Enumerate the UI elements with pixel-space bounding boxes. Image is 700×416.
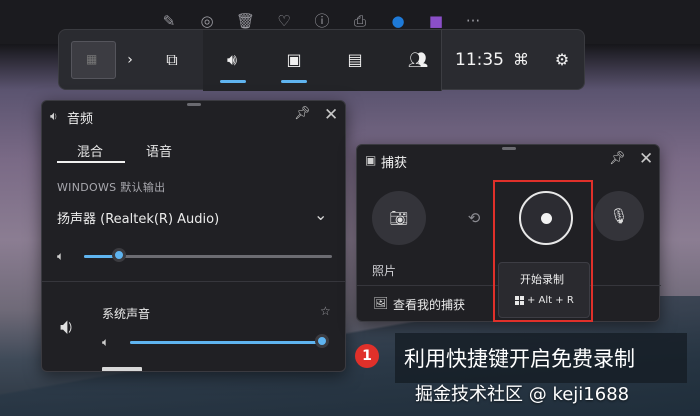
next-app-row <box>102 367 142 371</box>
expand-chevron-icon[interactable]: › <box>123 45 137 75</box>
circle-refresh-icon[interactable]: ◎ <box>198 12 216 30</box>
more-icon[interactable]: ··· <box>464 12 482 30</box>
close-icon[interactable]: ✕ <box>324 105 338 125</box>
section-label: WINDOWS 默认输出 <box>57 181 166 194</box>
capture-active-indicator <box>281 80 307 83</box>
audio-active-indicator <box>220 80 246 83</box>
photo-label: 照片 <box>372 264 397 278</box>
settings-icon[interactable]: ⚙ <box>552 45 572 75</box>
panel-title: 捕获 <box>381 156 408 171</box>
volume-icon[interactable]: 🔈︎ <box>57 249 64 264</box>
app-volume-slider[interactable] <box>130 341 322 344</box>
gallery-icon: 🖼︎ <box>373 296 389 310</box>
microphone-icon: 🎙︎ <box>609 207 629 225</box>
audio-panel: 🔉︎ 音频 📌︎ ✕ 混合 语音 WINDOWS 默认输出 扬声器 (Realt… <box>41 100 346 372</box>
capture-icon[interactable]: ▣ <box>281 45 307 75</box>
tab-mix[interactable]: 混合 <box>77 141 103 160</box>
divider <box>42 281 345 282</box>
app-thumbnail[interactable]: ▦ <box>71 41 116 79</box>
gamebar-divider <box>441 30 442 91</box>
output-device-select[interactable]: 扬声器 (Realtek(R) Audio) <box>57 208 219 227</box>
tab-voice[interactable]: 语音 <box>146 141 172 160</box>
camera-icon: 📷︎ <box>389 209 409 227</box>
panel-drag-handle[interactable] <box>502 147 516 150</box>
edit-image-icon[interactable]: ✎ <box>160 12 178 30</box>
microphone-button[interactable]: 🎙︎ <box>594 191 644 241</box>
close-icon[interactable]: ✕ <box>639 149 653 169</box>
info-icon[interactable]: ⓘ <box>313 12 331 30</box>
panel-title: 音频 <box>67 112 94 127</box>
game-bar: ▦ › ⧉ 🔊︎ ▣ ▤ 👥︎ 11:35 ⌘ ⚙ <box>58 29 585 91</box>
heart-icon[interactable]: ♡ <box>275 12 293 30</box>
performance-icon[interactable]: ▤ <box>342 45 368 75</box>
social-icon[interactable]: 👥︎ <box>405 45 431 75</box>
app-name: 系统声音 <box>102 307 151 321</box>
caption-text: 利用快捷键开启免费录制 <box>404 347 635 371</box>
highlight-box <box>493 180 593 322</box>
app-volume-thumb[interactable] <box>315 334 329 348</box>
speaker-icon: 🔉︎ <box>50 109 58 123</box>
capture-icon: ▣ <box>365 153 377 167</box>
print-icon[interactable]: ⎙ <box>351 12 369 30</box>
record-last-icon: ⟲ <box>467 209 481 227</box>
pin-icon[interactable]: 📌︎ <box>609 151 626 166</box>
app-volume-fill <box>130 341 322 344</box>
mouse-icon[interactable]: ⌘ <box>511 45 531 75</box>
step-badge: 1 <box>355 344 379 368</box>
app-volume-icon: 🔉︎ <box>60 315 74 340</box>
master-volume-thumb[interactable] <box>111 248 126 262</box>
app-icon[interactable]: ■ <box>427 12 445 30</box>
audio-icon[interactable]: 🔊︎ <box>219 45 245 75</box>
trash-icon[interactable]: 🗑 <box>236 12 255 30</box>
app-thumbnail-icon: ▦ <box>86 52 98 66</box>
panel-drag-handle[interactable] <box>187 103 201 106</box>
active-tab-indicator <box>57 161 125 163</box>
view-captures-link[interactable]: 查看我的捕获 <box>393 296 465 313</box>
app-mute-icon[interactable]: 🔈︎ <box>102 335 109 350</box>
clock: 11:35 <box>455 50 504 70</box>
widgets-icon[interactable]: ⧉ <box>159 45 185 75</box>
star-icon[interactable]: ☆ <box>320 304 331 318</box>
screenshot-button[interactable]: 📷︎ <box>372 191 426 245</box>
chevron-down-icon[interactable]: ⌄ <box>314 205 327 224</box>
watermark: 掘金技术社区 @ keji1688 <box>415 384 630 405</box>
edge-icon[interactable]: ● <box>389 12 407 30</box>
pin-icon[interactable]: 📌︎ <box>294 106 311 121</box>
